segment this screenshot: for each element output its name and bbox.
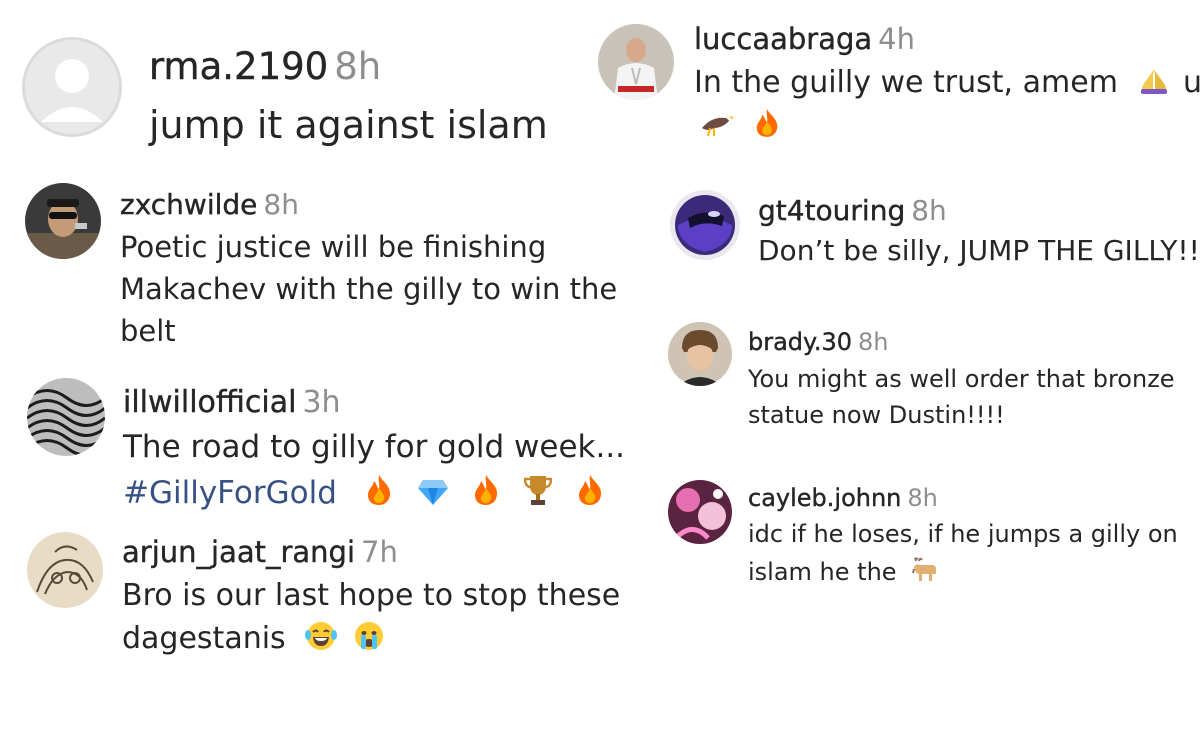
comment-text-line: The road to gilly for gold week... [123, 429, 626, 465]
comment-username[interactable]: brady.30 [748, 328, 852, 356]
laughing-tears-emoji [305, 621, 338, 651]
user-avatar[interactable] [27, 532, 103, 608]
comment-text-line: statue now Dustin!!!! [748, 400, 1005, 429]
comment-cayleb-johnn: cayleb.johnn 8h idc if he loses, if he ju… [668, 480, 1178, 591]
comment-username[interactable]: luccaabraga [694, 22, 873, 56]
comment-username[interactable]: zxchwilde [120, 188, 258, 221]
comment-text-line: Makachev with the gilly to win the [120, 271, 618, 306]
comment-username[interactable]: cayleb.johnn [748, 484, 902, 512]
user-avatar[interactable] [598, 24, 674, 100]
comment-timestamp: 8h [858, 328, 889, 356]
trophy-emoji [524, 474, 553, 506]
comment-timestamp: 4h [878, 22, 915, 56]
comment-rma: rma.2190 8h jump it against islam [21, 36, 548, 152]
praying-hands-emoji [1139, 67, 1169, 95]
comment-text-line: Don’t be silly, JUMP THE GILLY!!! [758, 233, 1200, 267]
comment-username[interactable]: gt4touring [758, 194, 906, 227]
comment-timestamp: 8h [907, 484, 938, 512]
comment-zxchwilde: zxchwilde 8h Poetic justice will be finis… [25, 183, 617, 352]
user-avatar[interactable] [668, 322, 732, 386]
comment-text-line: In the guilly we trust, amem [694, 64, 1118, 100]
comment-username[interactable]: arjun_jaat_rangi [122, 535, 355, 569]
comment-text-line: dagestanis [122, 620, 286, 656]
comment-gt4touring: gt4touring 8h Don’t be silly, JUMP THE GI… [670, 190, 1200, 270]
comment-brady-30: brady.30 8h You might as well order that … [668, 322, 1175, 433]
user-avatar[interactable] [668, 480, 732, 544]
crying-emoji [353, 621, 385, 651]
comment-text-line: idc if he loses, if he jumps a gilly on [748, 519, 1178, 548]
comment-timestamp: 8h [263, 188, 299, 221]
user-avatar[interactable] [27, 378, 105, 456]
comment-text-line: islam he the [748, 557, 897, 586]
comment-timestamp: 7h [361, 535, 398, 569]
goat-emoji [910, 557, 940, 583]
comment-arjun-jaat-rangi: arjun_jaat_rangi 7h Bro is our last hope … [27, 532, 620, 660]
user-avatar[interactable] [670, 190, 740, 260]
comment-text-line: You might as well order that bronze [748, 364, 1175, 393]
diamond-emoji [417, 478, 449, 506]
fire-emoji [754, 108, 780, 138]
comment-username[interactable]: rma.2190 [149, 45, 329, 88]
comment-timestamp: 8h [334, 45, 382, 88]
comment-text-line: us [1183, 64, 1200, 100]
fire-emoji [472, 474, 500, 506]
hashtag-link[interactable]: #GillyForGold [123, 475, 337, 511]
eagle-emoji [700, 112, 734, 138]
comment-username[interactable]: illwillofficial [123, 385, 297, 420]
comment-text-line: Bro is our last hope to stop these [122, 577, 621, 613]
user-avatar[interactable] [25, 183, 101, 259]
fire-emoji [576, 474, 604, 506]
comment-luccaabraga: luccaabraga 4h In the guilly we trust, am… [598, 22, 1200, 147]
default-avatar[interactable] [21, 36, 123, 138]
comment-text-line: belt [120, 313, 176, 348]
comment-timestamp: 3h [302, 385, 341, 420]
comment-text: jump it against islam [149, 103, 548, 148]
comment-timestamp: 8h [911, 194, 947, 227]
fire-emoji [365, 474, 393, 506]
comment-illwillofficial: illwillofficial 3h The road to gilly for … [27, 378, 625, 516]
comment-text-line: Poetic justice will be finishing [120, 229, 547, 264]
